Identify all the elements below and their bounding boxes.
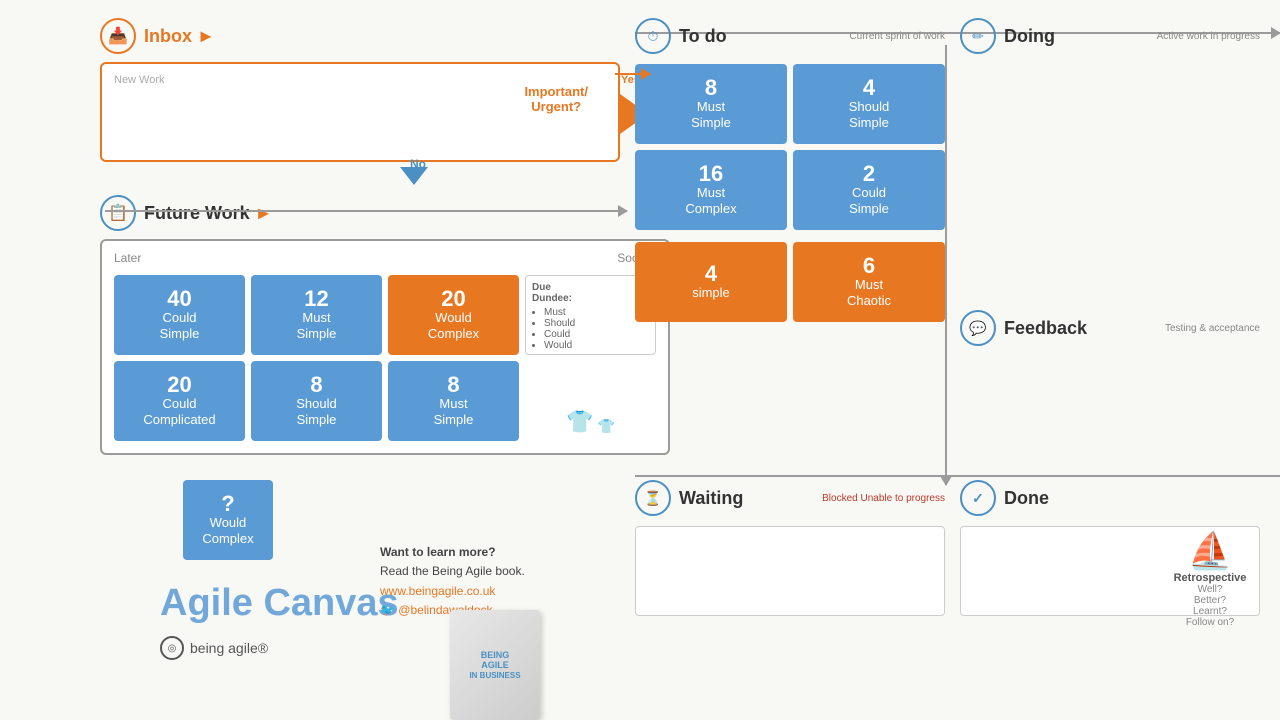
card-20-could-complicated: 20 CouldComplicated (114, 361, 245, 441)
done-header: ✓ Done (960, 480, 1260, 516)
doing-header: ✏ Doing Active work in progress (960, 18, 1260, 54)
inbox-icon: 📥 (100, 18, 136, 54)
card-8-should-simple: 8 ShouldSimple (251, 361, 382, 441)
future-work-header: 📋 Future Work ► (100, 195, 670, 231)
agile-canvas-title: Agile Canvas (160, 582, 399, 625)
right-section: ⏱ To do Current sprint of work 8 MustSim… (635, 0, 1280, 720)
retrospective-area: ⛵ Retrospective Well?Better?Learnt?Follo… (1160, 530, 1260, 628)
todo-title: To do (679, 26, 727, 47)
future-work-icon: 📋 (100, 195, 136, 231)
todo-card-8-must-simple: 8 MustSimple (635, 64, 787, 144)
todo-card-16-must-complex: 16 MustComplex (635, 150, 787, 230)
later-sooner-bar: Later Sooner (114, 251, 656, 265)
waiting-box (635, 526, 945, 616)
feedback-section: 💬 Feedback Testing & acceptance (960, 310, 1260, 356)
doing-title: Doing (1004, 26, 1055, 47)
done-icon: ✓ (960, 480, 996, 516)
canvas: 📥 Inbox ► New Work Important/Urgent? Yes… (0, 0, 1280, 720)
todo-card-2-could-simple: 2 CouldSimple (793, 150, 945, 230)
feedback-title: Feedback (1004, 318, 1087, 339)
future-cards-grid: 40 CouldSimple 12 MustSimple 20 WouldCom… (114, 275, 656, 441)
todo-subtitle: Current sprint of work (849, 30, 945, 43)
no-arrow (400, 167, 428, 185)
doing-icon: ✏ (960, 18, 996, 54)
learn-more-line3: www.beingagile.co.uk (380, 582, 525, 601)
feedback-subtitle: Testing & acceptance (1165, 322, 1260, 335)
inbox-box: New Work Important/Urgent? Yes (100, 62, 620, 162)
being-agile-label: being agile® (190, 640, 268, 656)
card-would-complex-bottom: ? WouldComplex (183, 480, 273, 560)
card-40-could-simple: 40 CouldSimple (114, 275, 245, 355)
done-title: Done (1004, 488, 1049, 509)
waiting-section: ⏳ Waiting Blocked Unable to progress (635, 480, 945, 616)
card-8-must-simple: 8 MustSimple (388, 361, 519, 441)
later-label: Later (114, 251, 141, 265)
todo-cards: 8 MustSimple 4 ShouldSimple 16 MustCompl… (635, 64, 945, 322)
inbox-header: 📥 Inbox ► (100, 18, 620, 54)
retro-items: Well?Better?Learnt?Follow on? (1160, 584, 1260, 628)
tshirt-small-icon: 👕 (597, 418, 614, 435)
waiting-subtitle: Blocked Unable to progress (822, 492, 945, 505)
done-section: ✓ Done ⛵ Retrospective Well?Better?Learn… (960, 480, 1260, 616)
inbox-section: 📥 Inbox ► New Work Important/Urgent? Yes… (100, 18, 620, 202)
future-work-section: 📋 Future Work ► Later Sooner 40 CouldSim… (100, 195, 670, 455)
boat-icon: ⛵ (1160, 530, 1260, 572)
new-work-label: New Work (114, 74, 165, 86)
important-urgent-label: Important/Urgent? (524, 84, 588, 114)
waiting-header: ⏳ Waiting Blocked Unable to progress (635, 480, 945, 516)
doing-section: ✏ Doing Active work in progress (960, 18, 1260, 64)
feedback-header: 💬 Feedback Testing & acceptance (960, 310, 1260, 346)
todo-section: ⏱ To do Current sprint of work 8 MustSim… (635, 18, 945, 322)
being-agile-branding: ◎ being agile® (160, 636, 268, 660)
card-20-would-complex: 20 WouldComplex (388, 275, 519, 355)
todo-icon: ⏱ (635, 18, 671, 54)
future-work-box: Later Sooner 40 CouldSimple 12 MustSimpl… (100, 239, 670, 455)
todo-card-4-should-simple: 4 ShouldSimple (793, 64, 945, 144)
retro-title: Retrospective (1160, 572, 1260, 584)
todo-card-4-simple: 4 simple (635, 242, 787, 322)
book-image: BEING AGILE IN BUSINESS (450, 610, 540, 720)
vertical-arrow-1 (945, 45, 947, 485)
horizontal-divider (635, 475, 1280, 477)
waiting-icon: ⏳ (635, 480, 671, 516)
learn-more-box: Want to learn more? Read the Being Agile… (380, 543, 525, 620)
tshirt-large-icon: 👕 (566, 409, 593, 435)
learn-more-line1: Want to learn more? (380, 543, 525, 562)
top-arrow-head (1271, 27, 1280, 39)
waiting-title: Waiting (679, 488, 743, 509)
feedback-icon: 💬 (960, 310, 996, 346)
being-agile-icon: ◎ (160, 636, 184, 660)
inbox-title: Inbox ► (144, 26, 215, 47)
inbox-to-todo-arrow (615, 73, 650, 75)
todo-card-6-must-chaotic: 6 MustChaotic (793, 242, 945, 322)
future-arrow-head (618, 205, 628, 217)
learn-more-line2: Read the Being Agile book. (380, 562, 525, 581)
doing-subtitle: Active work in progress (1157, 30, 1260, 43)
inbox-arrow-head (641, 68, 651, 80)
card-12-must-simple: 12 MustSimple (251, 275, 382, 355)
todo-header: ⏱ To do Current sprint of work (635, 18, 945, 54)
future-work-title: Future Work ► (144, 203, 273, 224)
future-to-todo-arrow (105, 210, 627, 212)
